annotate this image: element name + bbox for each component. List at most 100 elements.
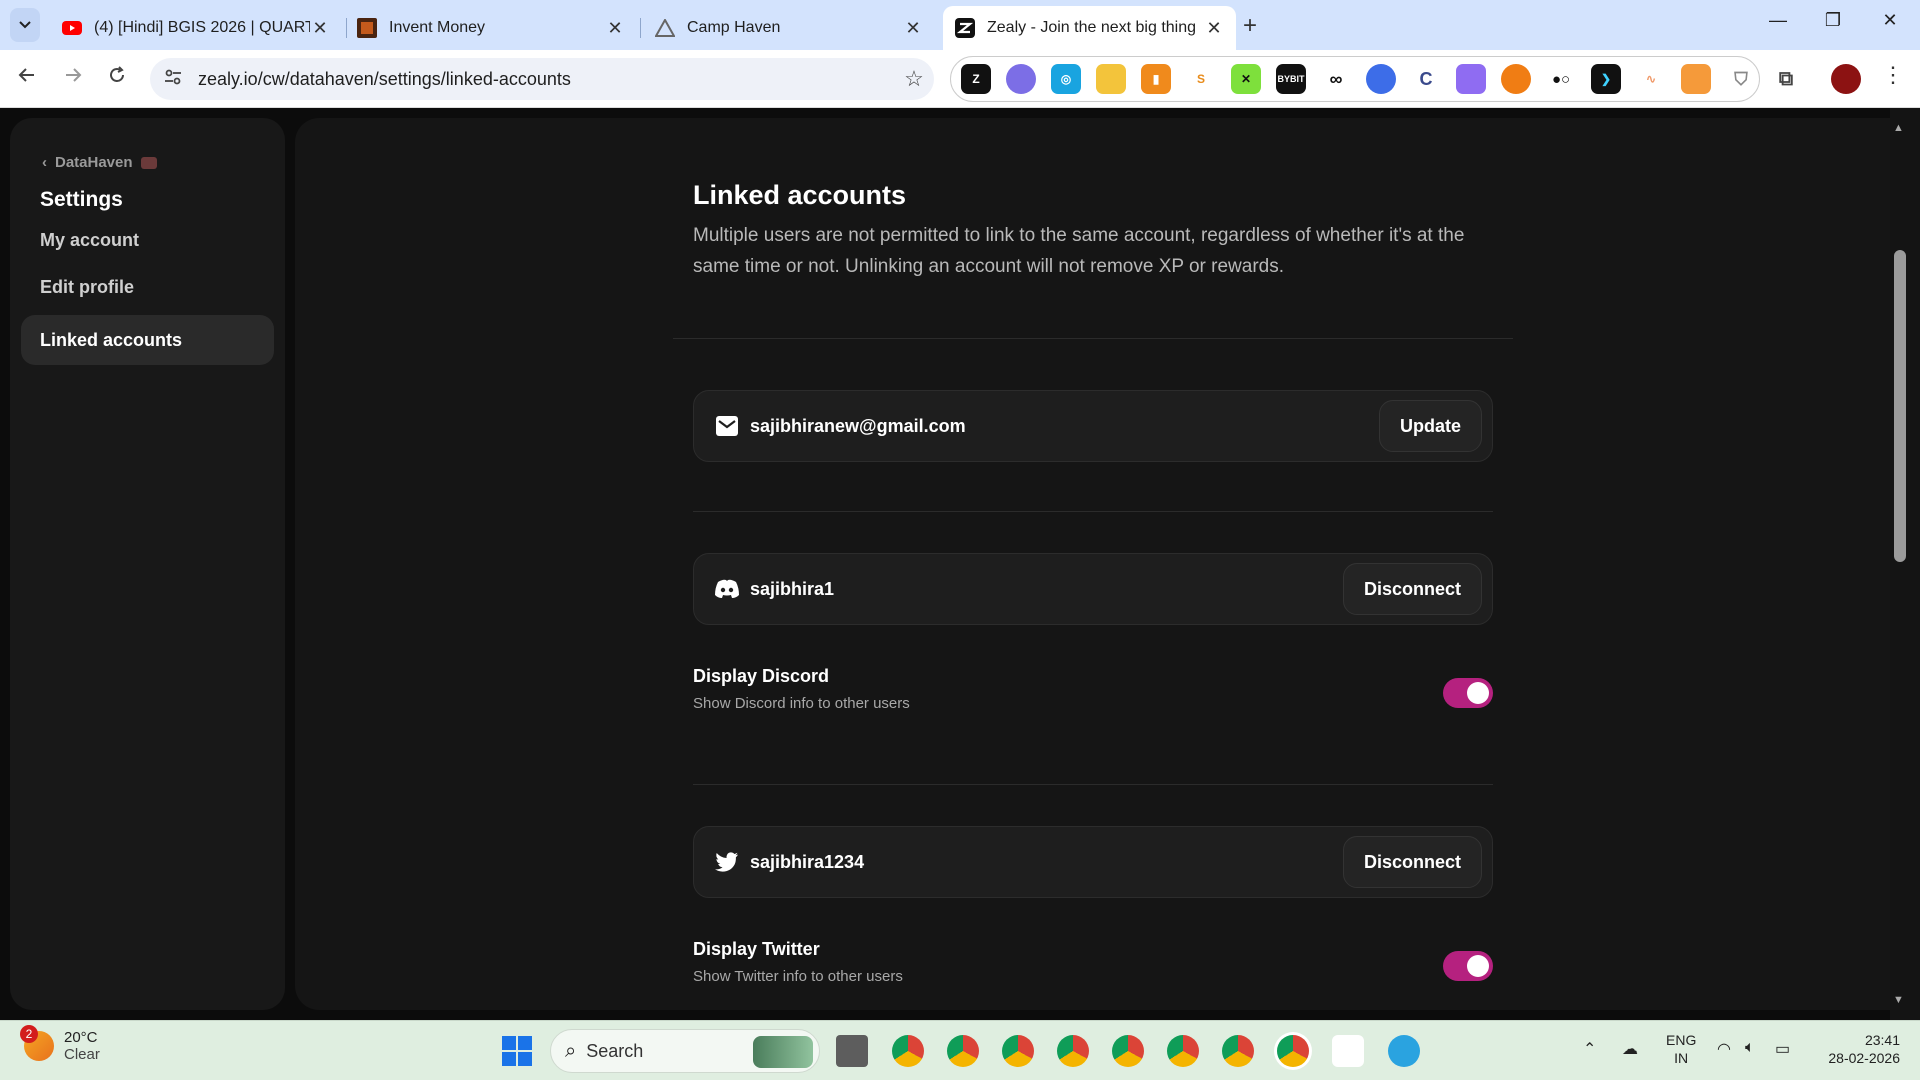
zealy-extension-icon[interactable]: Z <box>961 64 991 94</box>
close-icon[interactable]: ✕ <box>605 18 625 39</box>
chrome-profile-icon[interactable] <box>1222 1035 1254 1067</box>
purple-extension-icon[interactable] <box>1456 64 1486 94</box>
sidebar-item-edit-profile[interactable]: Edit profile <box>21 262 274 312</box>
green-extension-icon[interactable]: ✕ <box>1231 64 1261 94</box>
blue-extension-icon[interactable]: ◎ <box>1051 64 1081 94</box>
menu-kebab-icon[interactable]: ⋮ <box>1882 62 1904 88</box>
chrome-profile-icon[interactable] <box>1057 1035 1089 1067</box>
orange-extension-icon[interactable]: ▮ <box>1141 64 1171 94</box>
weather-condition: Clear <box>64 1046 100 1063</box>
close-icon[interactable]: ✕ <box>310 18 330 39</box>
display-discord-title: Display Discord <box>693 666 830 686</box>
volume-icon[interactable]: 🔈︎ <box>1745 1039 1755 1057</box>
notification-badge: 2 <box>20 1025 38 1043</box>
bybit-extension-icon[interactable]: BYBIT <box>1276 64 1306 94</box>
discord-username: sajibhira1 <box>750 578 835 599</box>
flame-extension-icon[interactable] <box>1501 64 1531 94</box>
twitter-username: sajibhira1234 <box>750 851 865 872</box>
tab-separator <box>640 18 641 38</box>
reload-button[interactable] <box>102 65 132 91</box>
system-clock[interactable]: 23:41 28-02-2026 <box>1810 1031 1900 1067</box>
scroll-down-arrow-icon[interactable]: ▼ <box>1893 994 1904 1006</box>
arrow-left-icon <box>18 68 34 82</box>
disconnect-discord-button[interactable]: Disconnect <box>1342 563 1482 615</box>
language-indicator[interactable]: ENG IN <box>1666 1031 1696 1067</box>
scroll-up-arrow-icon[interactable]: ▲ <box>1893 122 1904 134</box>
tab-youtube[interactable]: (4) [Hindi] BGIS 2026 | QUARTEF ✕ <box>50 6 342 50</box>
email-address: sajibhiranew@gmail.com <box>750 415 966 436</box>
display-twitter-toggle[interactable] <box>1443 951 1493 981</box>
close-window-button[interactable]: ✕ <box>1870 10 1910 31</box>
back-to-community-link[interactable]: ‹ DataHaven <box>42 154 157 171</box>
invent-money-icon <box>357 18 377 38</box>
tab-zealy[interactable]: Zealy - Join the next big thing ✕ <box>943 6 1236 50</box>
display-twitter-title: Display Twitter <box>693 939 820 959</box>
url-text[interactable]: zealy.io/cw/datahaven/settings/linked-ac… <box>198 69 894 90</box>
scrollbar-thumb[interactable] <box>1894 250 1906 562</box>
search-label: Search <box>586 1040 644 1061</box>
app-icon[interactable] <box>1332 1035 1364 1067</box>
weather-widget[interactable]: 2 20°C Clear <box>20 1025 100 1063</box>
yellow-extension-icon[interactable] <box>1096 64 1126 94</box>
restore-button[interactable]: ❐ <box>1813 10 1853 31</box>
chrome-profile-icon[interactable] <box>892 1035 924 1067</box>
display-discord-toggle[interactable] <box>1443 678 1493 708</box>
tab-camp-haven[interactable]: Camp Haven ✕ <box>643 6 935 50</box>
youtube-icon <box>62 18 82 38</box>
back-button[interactable] <box>12 65 42 91</box>
chevron-up-icon[interactable]: ⌃ <box>1583 1039 1596 1059</box>
chrome-profile-icon[interactable] <box>947 1035 979 1067</box>
sidebar-item-my-account[interactable]: My account <box>21 215 274 265</box>
scrollbar[interactable] <box>1890 108 1920 1020</box>
forward-button[interactable] <box>58 65 88 91</box>
bookmark-star-icon[interactable]: ☆ <box>894 66 934 92</box>
minimize-button[interactable]: — <box>1758 10 1798 31</box>
task-view-icon[interactable] <box>836 1035 868 1067</box>
divider <box>693 511 1493 512</box>
wifi-icon[interactable]: ◠ <box>1717 1039 1731 1059</box>
weather-sun-icon: 2 <box>20 1025 54 1061</box>
battery-icon[interactable]: ▭ <box>1775 1039 1790 1059</box>
telegram-icon[interactable] <box>1388 1035 1420 1067</box>
tab-search-button[interactable] <box>10 8 40 42</box>
c-extension-icon[interactable]: C <box>1411 64 1441 94</box>
chrome-profile-icon[interactable] <box>1112 1035 1144 1067</box>
toggle-knob <box>1467 682 1489 704</box>
puzzle-icon[interactable]: ⧉ <box>1771 64 1801 94</box>
blue-shape-extension-icon[interactable] <box>1366 64 1396 94</box>
chrome-active-icon[interactable] <box>1277 1035 1309 1067</box>
chrome-profile-icon[interactable] <box>1167 1035 1199 1067</box>
arrow-extension-icon[interactable]: ❯ <box>1591 64 1621 94</box>
email-account-card: sajibhiranew@gmail.com Update <box>693 390 1493 462</box>
chrome-profile-icon[interactable] <box>1002 1035 1034 1067</box>
address-bar[interactable]: zealy.io/cw/datahaven/settings/linked-ac… <box>150 58 934 100</box>
arrow-right-icon <box>66 68 82 82</box>
sidebar-item-linked-accounts[interactable]: Linked accounts <box>21 315 274 365</box>
cloud-off-icon[interactable]: ☁ <box>1622 1039 1638 1059</box>
cloud-extension-icon[interactable] <box>1006 64 1036 94</box>
tab-invent-money[interactable]: Invent Money ✕ <box>345 6 637 50</box>
s-extension-icon[interactable]: S <box>1186 64 1216 94</box>
new-tab-button[interactable]: + <box>1243 12 1257 40</box>
search-highlight-image <box>753 1036 813 1068</box>
metamask-extension-icon[interactable] <box>1681 64 1711 94</box>
shield-extension-icon[interactable]: ⛉ <box>1726 64 1756 94</box>
site-info-icon[interactable] <box>164 69 186 90</box>
twitter-account-card: sajibhira1234 Disconnect <box>693 826 1493 898</box>
update-email-button[interactable]: Update <box>1378 400 1482 452</box>
close-icon[interactable]: ✕ <box>1204 18 1224 39</box>
taskbar-search[interactable]: ⌕ Search <box>550 1029 820 1073</box>
profile-avatar[interactable] <box>1831 64 1861 94</box>
discord-icon <box>714 576 740 602</box>
windows-start-icon[interactable] <box>502 1036 532 1066</box>
settings-title: Settings <box>40 188 123 211</box>
oo-extension-icon[interactable]: ●○ <box>1546 64 1576 94</box>
page-description: Multiple users are not permitted to link… <box>693 225 1465 277</box>
disconnect-twitter-button[interactable]: Disconnect <box>1342 836 1482 888</box>
community-name: DataHaven <box>55 154 133 171</box>
close-icon[interactable]: ✕ <box>903 18 923 39</box>
language-code: ENG <box>1666 1032 1697 1048</box>
wave-extension-icon[interactable]: ∿ <box>1636 64 1666 94</box>
tab-title: Invent Money <box>389 19 486 36</box>
infinity-extension-icon[interactable]: ∞ <box>1321 64 1351 94</box>
